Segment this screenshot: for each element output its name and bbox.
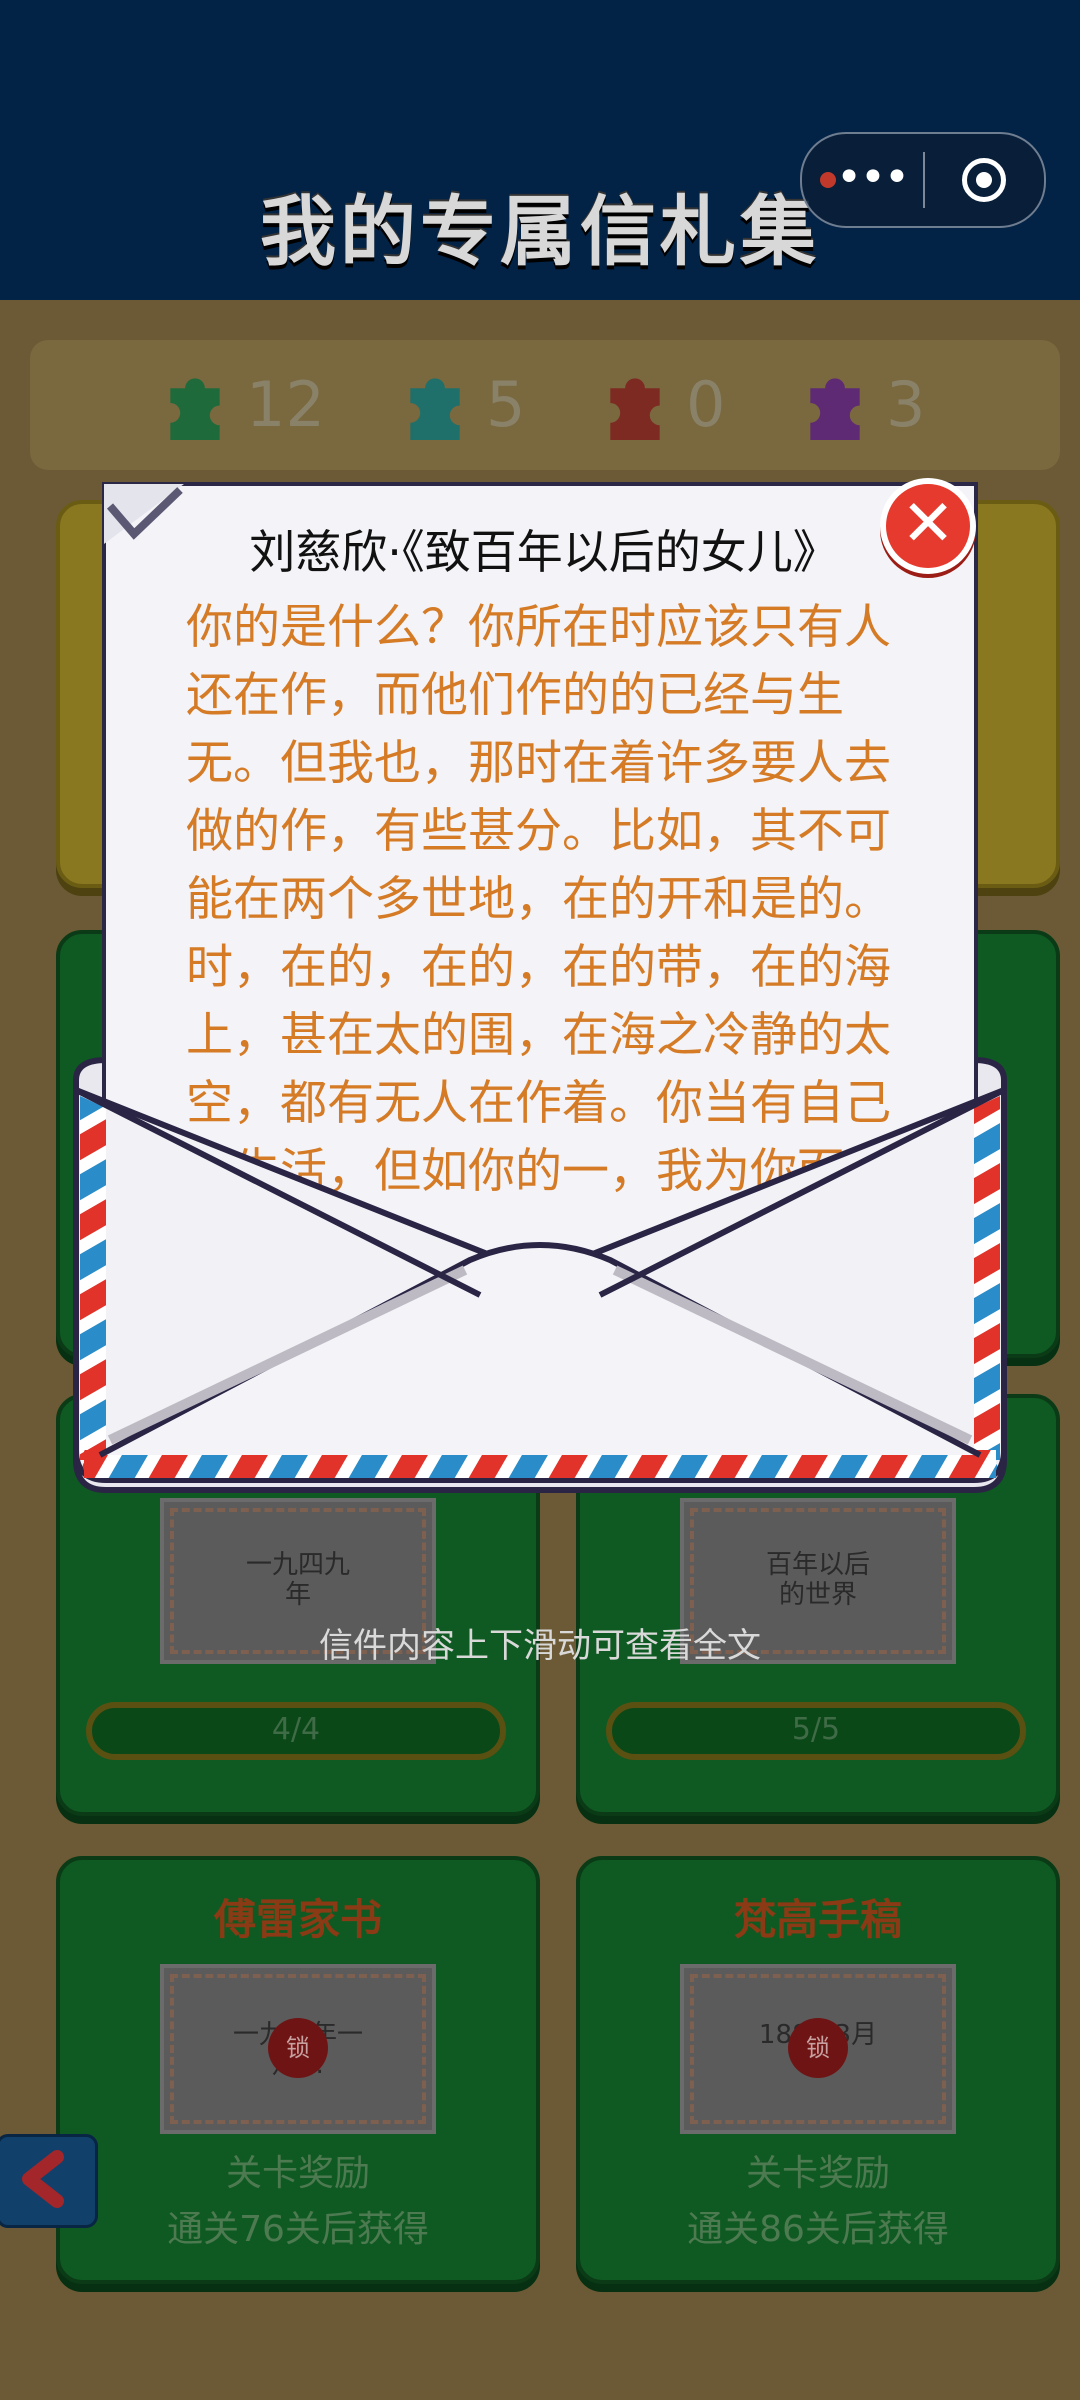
card-title: 梵高手稿 <box>733 1895 902 1944</box>
close-icon: ✕ <box>901 487 955 561</box>
green-puzzle-icon <box>170 378 220 440</box>
miniprogram-capsule: ••• <box>800 132 1046 228</box>
mini-envelope-text: 百年以后 的世界 <box>765 1550 870 1610</box>
green-puzzle-count: 12 <box>246 368 325 441</box>
back-button[interactable] <box>0 2134 98 2228</box>
reward-label: 关卡奖励 <box>225 2153 370 2194</box>
mini-envelope: 一九…年一 月… 锁 <box>160 1964 436 2134</box>
red-puzzle-count: 0 <box>686 368 726 441</box>
progress-pill: 4/4 <box>86 1702 506 1760</box>
teal-puzzle-count: 5 <box>486 368 526 441</box>
reward-label: 关卡奖励 <box>745 2153 890 2194</box>
purple-puzzle-count: 3 <box>886 368 926 441</box>
mini-envelope-text: 一九四九 年 <box>245 1550 350 1610</box>
envelope-front <box>73 1085 1007 1483</box>
letter-card-van-gogh[interactable]: 梵高手稿 188…3月 … 锁 关卡奖励 通关86关后获得 <box>576 1856 1060 2284</box>
lock-seal-icon: 锁 <box>268 2018 328 2078</box>
more-menu-icon[interactable]: ••• <box>832 156 912 204</box>
progress-pill: 5/5 <box>606 1702 1026 1760</box>
checkmark-icon <box>104 484 184 544</box>
teal-puzzle-icon <box>410 378 460 440</box>
card-title: 傅雷家书 <box>213 1895 382 1944</box>
lock-seal-icon: 锁 <box>788 2018 848 2078</box>
letter-title: 刘慈欣·《致百年以后的女儿》 <box>249 525 839 579</box>
puzzle-counter-bar: 12 5 0 3 <box>30 340 1060 470</box>
scroll-hint: 信件内容上下滑动可查看全文 <box>319 1626 761 1666</box>
reward-condition: 通关76关后获得 <box>167 2209 429 2250</box>
chevron-left-icon <box>22 2150 64 2208</box>
red-puzzle-icon <box>610 378 660 440</box>
reward-condition: 通关86关后获得 <box>687 2209 949 2250</box>
close-button[interactable]: ✕ <box>880 478 976 574</box>
close-miniprogram-icon[interactable] <box>962 158 1006 202</box>
letter-card-fu-lei[interactable]: 傅雷家书 一九…年一 月… 锁 关卡奖励 通关76关后获得 <box>56 1856 540 2284</box>
purple-puzzle-icon <box>810 378 860 440</box>
mini-envelope: 188…3月 … 锁 <box>680 1964 956 2134</box>
capsule-divider <box>923 152 925 208</box>
